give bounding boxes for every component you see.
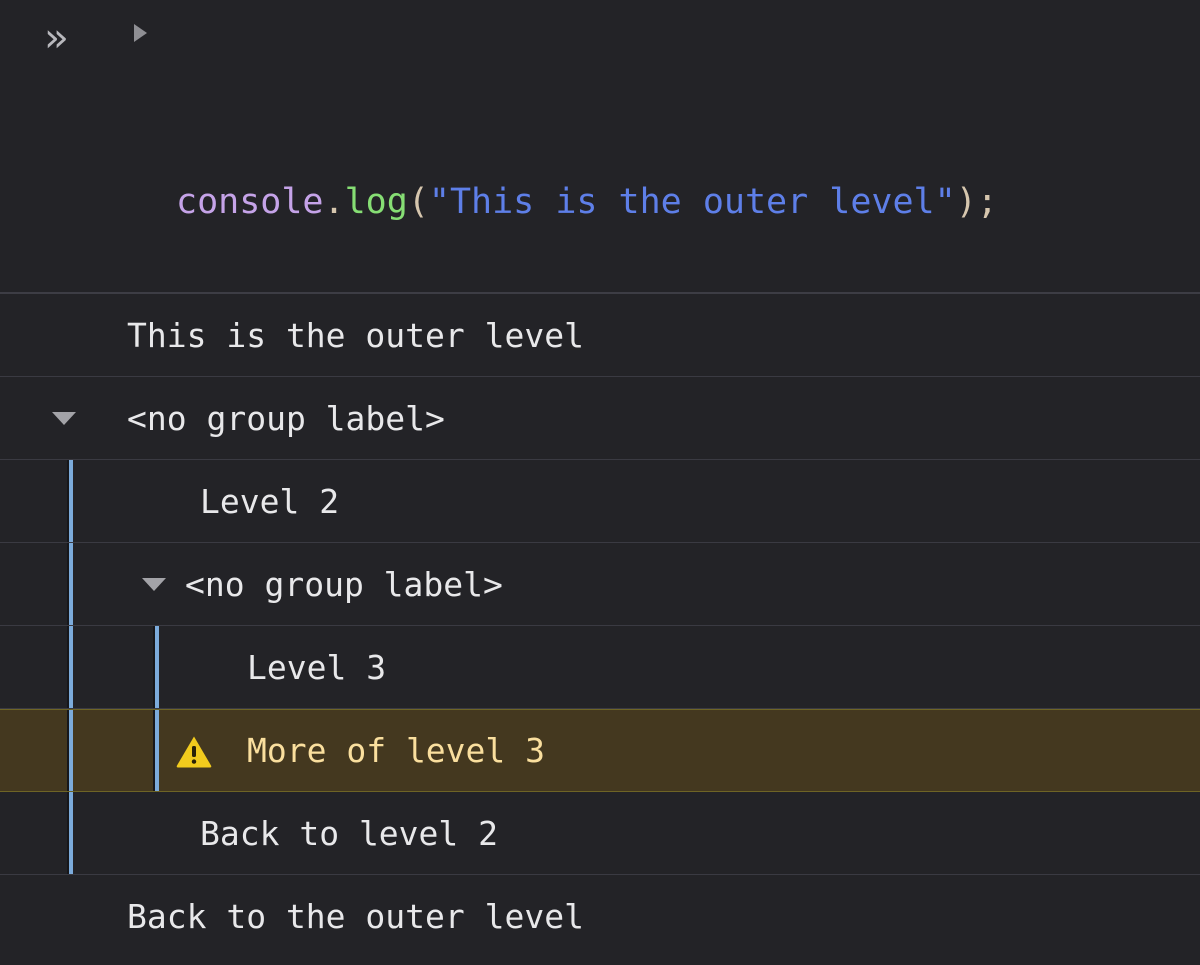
code-token: ( (407, 182, 429, 222)
console-message-row[interactable]: Level 3 (0, 626, 1200, 709)
console-message-row[interactable]: This is the outer level (0, 294, 1200, 377)
console-input-code[interactable]: console.log("This is the outer level"); … (176, 10, 998, 292)
console-input-area[interactable]: » console.log("This is the outer level")… (0, 0, 1200, 294)
group-indent-guide (67, 710, 73, 791)
triangle-right-icon[interactable] (134, 24, 147, 42)
devtools-console-panel: » console.log("This is the outer level")… (0, 0, 1200, 965)
console-message-text: This is the outer level (127, 315, 584, 355)
console-warning-row[interactable]: More of level 3 (0, 709, 1200, 792)
code-token: . (323, 182, 345, 222)
code-token: console (176, 182, 324, 222)
triangle-down-icon[interactable] (142, 578, 166, 591)
console-message-text: Level 2 (200, 481, 340, 521)
code-line: console.log("This is the outer level"); (176, 175, 998, 230)
group-indent-guide (67, 543, 73, 625)
group-indent-guide (67, 460, 73, 542)
group-indent-guide (67, 626, 73, 708)
console-message-text: Back to level 2 (200, 813, 499, 853)
console-warning-text: More of level 3 (247, 731, 546, 770)
code-token: log (344, 182, 408, 222)
triangle-down-icon[interactable] (52, 412, 76, 425)
console-message-row[interactable]: Back to the outer level (0, 875, 1200, 958)
console-group-label: <no group label> (127, 398, 445, 438)
group-indent-guide (153, 626, 159, 708)
code-token: "This is the outer level" (428, 182, 956, 222)
group-indent-guide (153, 710, 159, 791)
console-message-row[interactable]: Back to level 2 (0, 792, 1200, 875)
console-message-text: Back to the outer level (127, 897, 584, 936)
console-message-row[interactable]: Level 2 (0, 460, 1200, 543)
console-group-header-row[interactable]: <no group label> (0, 377, 1200, 460)
console-group-label: <no group label> (185, 564, 503, 604)
console-prompt-chevron-icon: » (44, 15, 68, 61)
warning-triangle-icon (176, 735, 212, 768)
console-message-text: Level 3 (247, 647, 387, 687)
console-output-list: This is the outer level <no group label>… (0, 294, 1200, 965)
console-group-header-row[interactable]: <no group label> (0, 543, 1200, 626)
code-token: ); (955, 182, 998, 222)
group-indent-guide (67, 792, 73, 874)
